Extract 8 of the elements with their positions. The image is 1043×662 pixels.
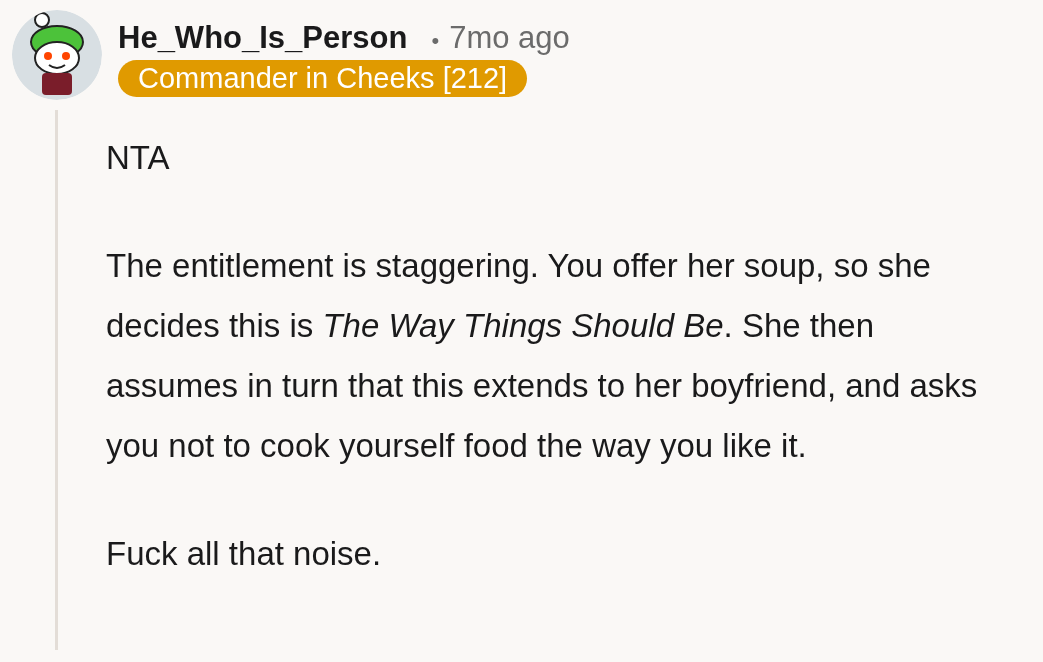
- user-flair: Commander in Cheeks [212]: [118, 60, 528, 97]
- separator-dot: •: [431, 28, 440, 54]
- comment-paragraph: The entitlement is staggering. You offer her soup, so she decides this is The Way Things Should Be. She then assumes in turn that this extends to her boyfriend, and asks you not to cook yourself food the way you like it.: [106, 246, 979, 466]
- comment-paragraph: NTA: [106, 138, 171, 178]
- avatar-drawing[interactable]: [12, 10, 102, 100]
- timestamp: 7mo ago: [449, 20, 570, 56]
- comment-paragraph: Fuck all that noise.: [106, 534, 383, 574]
- username[interactable]: He_Who_Is_Person: [118, 20, 408, 56]
